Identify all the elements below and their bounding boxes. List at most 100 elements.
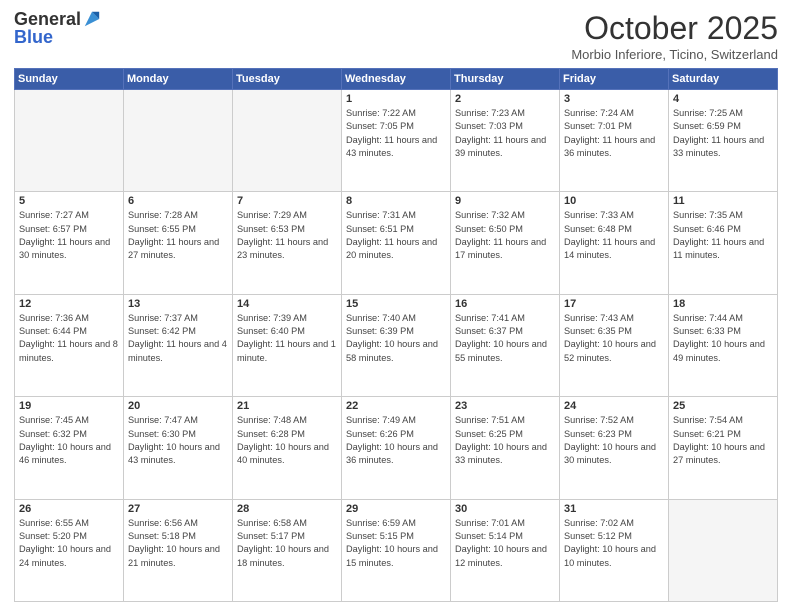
table-row: 7Sunrise: 7:29 AMSunset: 6:53 PMDaylight…	[233, 192, 342, 294]
table-row: 31 Sunrise: 7:02 AMSunset: 5:12 PMDayligh…	[560, 499, 669, 601]
table-row: 25 Sunrise: 7:54 AMSunset: 6:21 PMDayligh…	[669, 397, 778, 499]
table-row: 1 Sunrise: 7:22 AMSunset: 7:05 PMDaylight…	[342, 90, 451, 192]
day-number: 8	[346, 195, 446, 207]
day-info: Sunrise: 7:23 AMSunset: 7:03 PMDaylight:…	[455, 107, 555, 160]
day-number: 4	[673, 93, 773, 105]
calendar-table: Sunday Monday Tuesday Wednesday Thursday…	[14, 68, 778, 602]
page: General Blue October 2025 Morbio Inferio…	[0, 0, 792, 612]
table-row	[669, 499, 778, 601]
col-monday: Monday	[124, 69, 233, 90]
table-row: 8 Sunrise: 7:31 AMSunset: 6:51 PMDaylight…	[342, 192, 451, 294]
day-number: 16	[455, 298, 555, 310]
day-number: 21	[237, 400, 337, 412]
calendar-week-row: 1 Sunrise: 7:22 AMSunset: 7:05 PMDaylight…	[15, 90, 778, 192]
table-row: 19Sunrise: 7:45 AMSunset: 6:32 PMDayligh…	[15, 397, 124, 499]
day-info: Sunrise: 7:22 AMSunset: 7:05 PMDaylight:…	[346, 107, 446, 160]
day-info: Sunrise: 7:47 AMSunset: 6:30 PMDaylight:…	[128, 414, 228, 467]
table-row: 9 Sunrise: 7:32 AMSunset: 6:50 PMDaylight…	[451, 192, 560, 294]
table-row: 14Sunrise: 7:39 AMSunset: 6:40 PMDayligh…	[233, 294, 342, 396]
day-info: Sunrise: 7:31 AMSunset: 6:51 PMDaylight:…	[346, 209, 446, 262]
table-row: 3Sunrise: 7:24 AMSunset: 7:01 PMDaylight…	[560, 90, 669, 192]
day-info: Sunrise: 7:40 AMSunset: 6:39 PMDaylight:…	[346, 312, 446, 365]
day-info: Sunrise: 7:54 AMSunset: 6:21 PMDaylight:…	[673, 414, 773, 467]
day-number: 6	[128, 195, 228, 207]
day-info: Sunrise: 7:29 AMSunset: 6:53 PMDaylight:…	[237, 209, 337, 262]
day-number: 27	[128, 503, 228, 515]
col-wednesday: Wednesday	[342, 69, 451, 90]
day-info: Sunrise: 6:59 AMSunset: 5:15 PMDaylight:…	[346, 517, 446, 570]
day-info: Sunrise: 7:32 AMSunset: 6:50 PMDaylight:…	[455, 209, 555, 262]
table-row: 15 Sunrise: 7:40 AMSunset: 6:39 PMDayligh…	[342, 294, 451, 396]
table-row: 24Sunrise: 7:52 AMSunset: 6:23 PMDayligh…	[560, 397, 669, 499]
day-info: Sunrise: 6:56 AMSunset: 5:18 PMDaylight:…	[128, 517, 228, 570]
day-info: Sunrise: 7:41 AMSunset: 6:37 PMDaylight:…	[455, 312, 555, 365]
calendar-week-row: 26 Sunrise: 6:55 AMSunset: 5:20 PMDayligh…	[15, 499, 778, 601]
day-number: 11	[673, 195, 773, 207]
col-friday: Friday	[560, 69, 669, 90]
header: General Blue October 2025 Morbio Inferio…	[14, 10, 778, 62]
table-row	[124, 90, 233, 192]
logo: General Blue	[14, 10, 101, 46]
day-number: 28	[237, 503, 337, 515]
table-row: 20 Sunrise: 7:47 AMSunset: 6:30 PMDayligh…	[124, 397, 233, 499]
day-number: 2	[455, 93, 555, 105]
day-info: Sunrise: 7:25 AMSunset: 6:59 PMDaylight:…	[673, 107, 773, 160]
col-thursday: Thursday	[451, 69, 560, 90]
table-row: 17 Sunrise: 7:43 AMSunset: 6:35 PMDayligh…	[560, 294, 669, 396]
day-info: Sunrise: 7:43 AMSunset: 6:35 PMDaylight:…	[564, 312, 664, 365]
table-row: 13 Sunrise: 7:37 AMSunset: 6:42 PMDayligh…	[124, 294, 233, 396]
table-row: 4 Sunrise: 7:25 AMSunset: 6:59 PMDaylight…	[669, 90, 778, 192]
table-row: 6 Sunrise: 7:28 AMSunset: 6:55 PMDaylight…	[124, 192, 233, 294]
day-number: 9	[455, 195, 555, 207]
table-row: 26 Sunrise: 6:55 AMSunset: 5:20 PMDayligh…	[15, 499, 124, 601]
table-row: 21 Sunrise: 7:48 AMSunset: 6:28 PMDayligh…	[233, 397, 342, 499]
day-number: 18	[673, 298, 773, 310]
day-info: Sunrise: 7:01 AMSunset: 5:14 PMDaylight:…	[455, 517, 555, 570]
table-row	[233, 90, 342, 192]
day-info: Sunrise: 7:37 AMSunset: 6:42 PMDaylight:…	[128, 312, 228, 365]
table-row	[15, 90, 124, 192]
table-row: 28 Sunrise: 6:58 AMSunset: 5:17 PMDayligh…	[233, 499, 342, 601]
day-number: 26	[19, 503, 119, 515]
day-number: 20	[128, 400, 228, 412]
day-info: Sunrise: 7:49 AMSunset: 6:26 PMDaylight:…	[346, 414, 446, 467]
table-row: 2 Sunrise: 7:23 AMSunset: 7:03 PMDaylight…	[451, 90, 560, 192]
day-number: 30	[455, 503, 555, 515]
table-row: 22Sunrise: 7:49 AMSunset: 6:26 PMDayligh…	[342, 397, 451, 499]
location: Morbio Inferiore, Ticino, Switzerland	[571, 47, 778, 62]
day-info: Sunrise: 7:02 AMSunset: 5:12 PMDaylight:…	[564, 517, 664, 570]
day-info: Sunrise: 7:52 AMSunset: 6:23 PMDaylight:…	[564, 414, 664, 467]
table-row: 5 Sunrise: 7:27 AMSunset: 6:57 PMDaylight…	[15, 192, 124, 294]
logo-icon	[83, 10, 101, 28]
day-number: 3	[564, 93, 664, 105]
day-info: Sunrise: 7:27 AMSunset: 6:57 PMDaylight:…	[19, 209, 119, 262]
day-info: Sunrise: 6:58 AMSunset: 5:17 PMDaylight:…	[237, 517, 337, 570]
day-info: Sunrise: 7:36 AMSunset: 6:44 PMDaylight:…	[19, 312, 119, 365]
day-number: 10	[564, 195, 664, 207]
day-number: 15	[346, 298, 446, 310]
col-saturday: Saturday	[669, 69, 778, 90]
table-row: 18 Sunrise: 7:44 AMSunset: 6:33 PMDayligh…	[669, 294, 778, 396]
day-number: 14	[237, 298, 337, 310]
day-number: 29	[346, 503, 446, 515]
day-info: Sunrise: 6:55 AMSunset: 5:20 PMDaylight:…	[19, 517, 119, 570]
table-row: 27 Sunrise: 6:56 AMSunset: 5:18 PMDayligh…	[124, 499, 233, 601]
table-row: 30 Sunrise: 7:01 AMSunset: 5:14 PMDayligh…	[451, 499, 560, 601]
calendar-week-row: 19Sunrise: 7:45 AMSunset: 6:32 PMDayligh…	[15, 397, 778, 499]
col-tuesday: Tuesday	[233, 69, 342, 90]
day-info: Sunrise: 7:44 AMSunset: 6:33 PMDaylight:…	[673, 312, 773, 365]
calendar-week-row: 5 Sunrise: 7:27 AMSunset: 6:57 PMDaylight…	[15, 192, 778, 294]
month-title: October 2025	[571, 10, 778, 47]
day-info: Sunrise: 7:45 AMSunset: 6:32 PMDaylight:…	[19, 414, 119, 467]
table-row: 29 Sunrise: 6:59 AMSunset: 5:15 PMDayligh…	[342, 499, 451, 601]
day-number: 13	[128, 298, 228, 310]
day-number: 1	[346, 93, 446, 105]
day-number: 17	[564, 298, 664, 310]
day-info: Sunrise: 7:35 AMSunset: 6:46 PMDaylight:…	[673, 209, 773, 262]
day-number: 5	[19, 195, 119, 207]
day-info: Sunrise: 7:28 AMSunset: 6:55 PMDaylight:…	[128, 209, 228, 262]
day-info: Sunrise: 7:48 AMSunset: 6:28 PMDaylight:…	[237, 414, 337, 467]
table-row: 23Sunrise: 7:51 AMSunset: 6:25 PMDayligh…	[451, 397, 560, 499]
day-number: 25	[673, 400, 773, 412]
day-number: 31	[564, 503, 664, 515]
